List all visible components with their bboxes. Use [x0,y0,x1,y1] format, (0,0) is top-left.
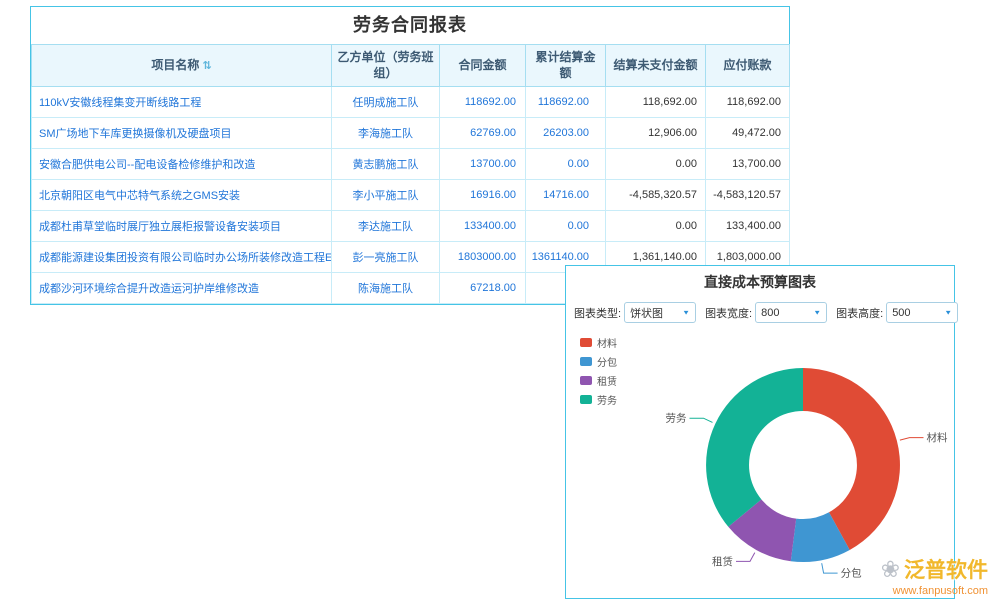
cell-unit: 任明成施工队 [332,87,440,118]
chart-type-control: 图表类型: 饼状图 ▼ [574,302,696,323]
chart-width-control: 图表宽度: 800 ▼ [705,302,827,323]
column-header-unpaid-amount[interactable]: 结算未支付金额 [606,45,706,87]
cell-unpaid_amount: -4,585,320.57 [606,180,706,211]
pie-label: 分包 [841,567,863,580]
chart-height-label: 图表高度: [836,305,883,321]
cell-name[interactable]: 成都能源建设集团投资有限公司临时办公场所装修改造工程EPC [32,242,332,273]
page-title: 劳务合同报表 [31,7,789,44]
pie-label-line [690,418,713,422]
chart-height-value: 500 [892,307,910,319]
brand-name: 泛普软件 [904,554,988,584]
legend-label: 劳务 [597,392,617,407]
cell-contract_amount: 13700.00 [440,149,526,180]
legend-swatch [580,376,592,385]
cell-settled_amount: 0.00 [526,149,606,180]
cell-name[interactable]: 成都杜甫草堂临时展厅独立展柜报警设备安装项目 [32,211,332,242]
legend-label: 材料 [597,335,617,350]
cell-unit: 李海施工队 [332,118,440,149]
cell-unit: 黄志鹏施工队 [332,149,440,180]
cell-name[interactable]: 成都沙河环境综合提升改造运河护岸维修改造 [32,273,332,304]
cell-contract_amount: 118692.00 [440,87,526,118]
chart-width-select[interactable]: 800 ▼ [755,302,827,323]
table-header-row: 项目名称⇅ 乙方单位（劳务班组） 合同金额 累计结算金额 结算未支付金额 应付账… [32,45,790,87]
cell-unpaid_amount: 118,692.00 [606,87,706,118]
chart-title: 直接成本预算图表 [566,266,954,298]
cell-unit: 李达施工队 [332,211,440,242]
legend-swatch [580,338,592,347]
pie-slice-劳务[interactable] [706,368,803,527]
pie-label: 材料 [927,431,948,444]
cell-unit: 彭一亮施工队 [332,242,440,273]
table-row[interactable]: SM广场地下车库更换摄像机及硬盘项目李海施工队62769.0026203.001… [32,118,790,149]
cell-unit: 李小平施工队 [332,180,440,211]
cell-settled_amount: 0.00 [526,211,606,242]
direct-cost-chart-panel: 直接成本预算图表 图表类型: 饼状图 ▼ 图表宽度: 800 ▼ 图表高度: 5… [565,265,955,599]
legend-swatch [580,395,592,404]
cell-contract_amount: 67218.00 [440,273,526,304]
column-header-payable[interactable]: 应付账款 [706,45,790,87]
chevron-down-icon: ▼ [682,309,690,316]
chart-height-select[interactable]: 500 ▼ [886,302,958,323]
cell-contract_amount: 1803000.00 [440,242,526,273]
cell-contract_amount: 62769.00 [440,118,526,149]
pie-label-line [822,563,838,573]
legend-label: 租赁 [597,373,617,388]
cell-unpaid_amount: 0.00 [606,211,706,242]
legend-label: 分包 [597,354,617,369]
chart-controls: 图表类型: 饼状图 ▼ 图表宽度: 800 ▼ 图表高度: 500 ▼ [566,298,954,327]
fanpu-flower-icon: ❀ [881,558,900,581]
column-header-unit[interactable]: 乙方单位（劳务班组） [332,45,440,87]
pie-label-line [900,438,924,441]
pie-label: 租赁 [712,555,733,568]
cell-name[interactable]: SM广场地下车库更换摄像机及硬盘项目 [32,118,332,149]
chart-width-label: 图表宽度: [705,305,752,321]
brand-url: www.fanpusoft.com [881,585,988,597]
pie-label: 劳务 [666,412,687,425]
legend-item[interactable]: 租赁 [580,373,617,388]
cell-payable_amount: 49,472.00 [706,118,790,149]
cell-settled_amount: 14716.00 [526,180,606,211]
table-row[interactable]: 成都杜甫草堂临时展厅独立展柜报警设备安装项目李达施工队133400.000.00… [32,211,790,242]
chart-height-control: 图表高度: 500 ▼ [836,302,958,323]
column-header-project-name[interactable]: 项目名称⇅ [32,45,332,87]
cell-name[interactable]: 110kV安徽线程集变开断线路工程 [32,87,332,118]
cell-unpaid_amount: 12,906.00 [606,118,706,149]
cell-payable_amount: -4,583,120.57 [706,180,790,211]
chart-type-select[interactable]: 饼状图 ▼ [624,302,696,323]
chevron-down-icon: ▼ [944,309,952,316]
labor-contract-report-panel: 劳务合同报表 项目名称⇅ 乙方单位（劳务班组） 合同金额 累计结算金额 结算未支… [30,6,790,305]
table-row[interactable]: 110kV安徽线程集变开断线路工程任明成施工队118692.00118692.0… [32,87,790,118]
cell-contract_amount: 16916.00 [440,180,526,211]
column-label: 项目名称 [151,58,199,72]
sort-icon[interactable]: ⇅ [202,60,211,72]
cell-payable_amount: 133,400.00 [706,211,790,242]
brand-watermark: ❀ 泛普软件 www.fanpusoft.com [881,554,988,597]
cell-contract_amount: 133400.00 [440,211,526,242]
cell-payable_amount: 118,692.00 [706,87,790,118]
table-row[interactable]: 北京朝阳区电气中芯特气系统之GMS安装李小平施工队16916.0014716.0… [32,180,790,211]
pie-label-line [736,553,755,562]
cell-name[interactable]: 安徽合肥供电公司--配电设备检修维护和改造 [32,149,332,180]
cell-payable_amount: 13,700.00 [706,149,790,180]
column-header-settled-amount[interactable]: 累计结算金额 [526,45,606,87]
cell-settled_amount: 118692.00 [526,87,606,118]
chevron-down-icon: ▼ [813,309,821,316]
chart-legend: 材料分包租赁劳务 [580,335,617,411]
cell-settled_amount: 26203.00 [526,118,606,149]
legend-item[interactable]: 分包 [580,354,617,369]
chart-width-value: 800 [761,307,779,319]
chart-type-label: 图表类型: [574,305,621,321]
table-row[interactable]: 安徽合肥供电公司--配电设备检修维护和改造黄志鹏施工队13700.000.000… [32,149,790,180]
legend-item[interactable]: 劳务 [580,392,617,407]
chart-type-value: 饼状图 [630,305,663,321]
legend-swatch [580,357,592,366]
legend-item[interactable]: 材料 [580,335,617,350]
brand-row: ❀ 泛普软件 [881,554,988,584]
cell-unpaid_amount: 0.00 [606,149,706,180]
cell-name[interactable]: 北京朝阳区电气中芯特气系统之GMS安装 [32,180,332,211]
column-header-contract-amount[interactable]: 合同金额 [440,45,526,87]
cell-unit: 陈海施工队 [332,273,440,304]
